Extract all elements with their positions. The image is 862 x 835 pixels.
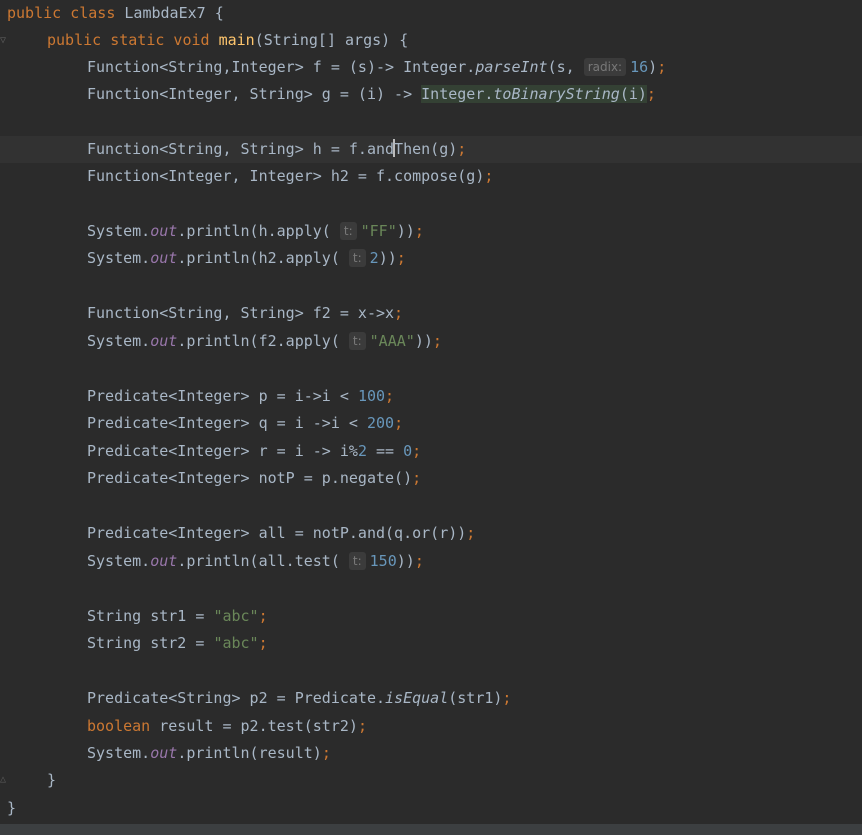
code-line: boolean result = p2.test(str2);: [87, 717, 367, 735]
highlighted-expression: Integer.toBinaryString(i): [421, 85, 647, 103]
code-line: }: [7, 799, 17, 817]
code-line: Predicate<Integer> all = notP.and(q.or(r…: [87, 524, 476, 542]
code-line: Predicate<Integer> q = i ->i < 200;: [87, 414, 404, 432]
parameter-hint: radix:: [583, 58, 627, 76]
code-line: Predicate<Integer> r = i -> i%2 == 0;: [87, 442, 422, 460]
parameter-hint: t:: [348, 552, 366, 570]
code-line: public class LambdaEx7 {: [7, 4, 224, 22]
code-line: System.out.println(h.apply( t: "FF"));: [87, 222, 424, 240]
code-line: Function<String, String> f2 = x->x;: [87, 304, 404, 322]
code-line: }: [47, 771, 57, 789]
parameter-hint: t:: [339, 222, 357, 240]
current-code-line: Function<String, String> h = f.andThen(g…: [0, 136, 862, 163]
parameter-hint: t:: [348, 332, 366, 350]
horizontal-scrollbar[interactable]: [0, 824, 862, 835]
code-line: Predicate<Integer> p = i->i < 100;: [87, 387, 395, 405]
code-line: Predicate<String> p2 = Predicate.isEqual…: [87, 689, 512, 707]
code-line: Function<String,Integer> f = (s)-> Integ…: [87, 58, 667, 76]
code-line: System.out.println(h2.apply( t: 2));: [87, 249, 406, 267]
code-line: Predicate<Integer> notP = p.negate();: [87, 469, 422, 487]
code-line: String str1 = "abc";: [87, 607, 268, 625]
code-line: Function<Integer, Integer> h2 = f.compos…: [87, 167, 494, 185]
code-line: public static void main(String[] args) {: [47, 31, 409, 49]
code-line: System.out.println(f2.apply( t: "AAA"));: [87, 332, 442, 350]
class-keyword: public class: [7, 4, 116, 22]
code-line: System.out.println(result);: [87, 744, 331, 762]
code-line: Function<Integer, String> g = (i) -> Int…: [87, 85, 656, 103]
code-line: System.out.println(all.test( t: 150));: [87, 552, 424, 570]
code-line: String str2 = "abc";: [87, 634, 268, 652]
class-name: LambdaEx7: [124, 4, 206, 22]
parameter-hint: t:: [348, 249, 366, 267]
code-editor[interactable]: public class LambdaEx7 { ▽ public static…: [0, 0, 862, 835]
method-name: main: [218, 31, 255, 49]
